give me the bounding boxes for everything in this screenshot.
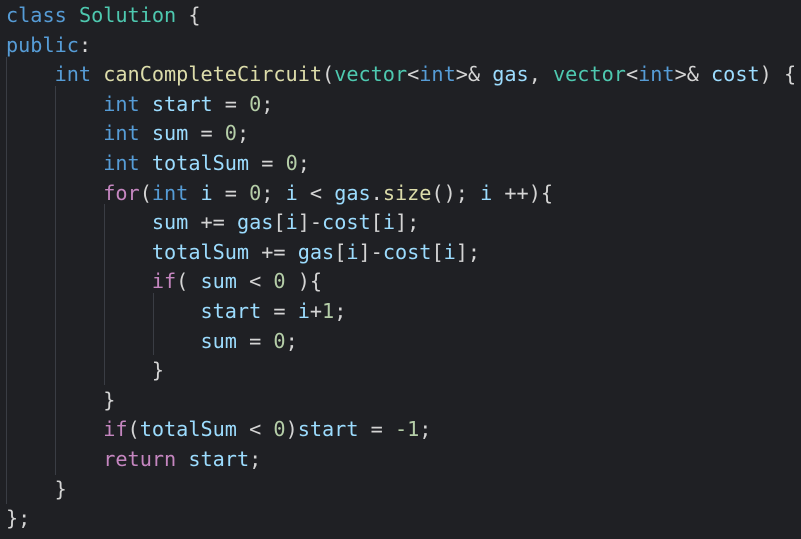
code-line-text: totalSum += gas[i]-cost[i]; bbox=[151, 239, 481, 264]
code-line-text: return start; bbox=[103, 447, 262, 471]
code-line[interactable]: int sum = 0; bbox=[0, 119, 801, 148]
code-line[interactable]: sum += gas[i]-cost[i]; bbox=[0, 208, 801, 237]
code-line[interactable]: for(int i = 0; i < gas.size(); i ++){ bbox=[0, 179, 801, 208]
code-line[interactable]: } bbox=[0, 356, 801, 385]
code-line-text: class Solution { bbox=[6, 3, 201, 27]
code-line[interactable]: int totalSum = 0; bbox=[0, 149, 801, 178]
code-line-text: int totalSum = 0; bbox=[103, 151, 310, 175]
code-line[interactable]: return start; bbox=[0, 445, 801, 474]
code-line-text: int canCompleteCircuit(vector<int>& gas,… bbox=[54, 62, 797, 87]
code-line-text: if(totalSum < 0)start = -1; bbox=[103, 417, 432, 442]
code-line-text: } bbox=[54, 476, 67, 501]
code-line-text: int sum = 0; bbox=[103, 121, 250, 146]
code-line-text: if( sum < 0 ){ bbox=[151, 269, 323, 294]
code-line-text: } bbox=[151, 358, 165, 383]
code-line-text: sum += gas[i]-cost[i]; bbox=[151, 210, 420, 235]
code-line[interactable]: start = i+1; bbox=[0, 297, 801, 326]
code-line[interactable]: } bbox=[0, 386, 801, 415]
code-line-text: for(int i = 0; i < gas.size(); i ++){ bbox=[103, 180, 554, 205]
code-line[interactable]: if(totalSum < 0)start = -1; bbox=[0, 415, 801, 444]
code-line[interactable]: int start = 0; bbox=[0, 90, 801, 119]
code-line[interactable]: totalSum += gas[i]-cost[i]; bbox=[0, 238, 801, 267]
code-line[interactable]: } bbox=[0, 475, 801, 504]
code-editor[interactable]: class Solution { public: int canCompleteC… bbox=[0, 0, 801, 539]
code-line[interactable]: }; bbox=[0, 504, 801, 533]
code-line-text: public: bbox=[6, 32, 92, 57]
code-line[interactable]: public: bbox=[0, 31, 801, 60]
code-line[interactable]: class Solution { bbox=[0, 1, 801, 30]
code-line-text: int start = 0; bbox=[103, 91, 274, 116]
code-line-text: start = i+1; bbox=[200, 299, 347, 323]
code-line-text: }; bbox=[6, 506, 31, 531]
code-line[interactable]: if( sum < 0 ){ bbox=[0, 267, 801, 296]
code-line[interactable]: int canCompleteCircuit(vector<int>& gas,… bbox=[0, 60, 801, 89]
code-line-text: sum = 0; bbox=[200, 328, 298, 353]
code-line-text: } bbox=[103, 387, 116, 412]
code-line[interactable]: sum = 0; bbox=[0, 327, 801, 356]
